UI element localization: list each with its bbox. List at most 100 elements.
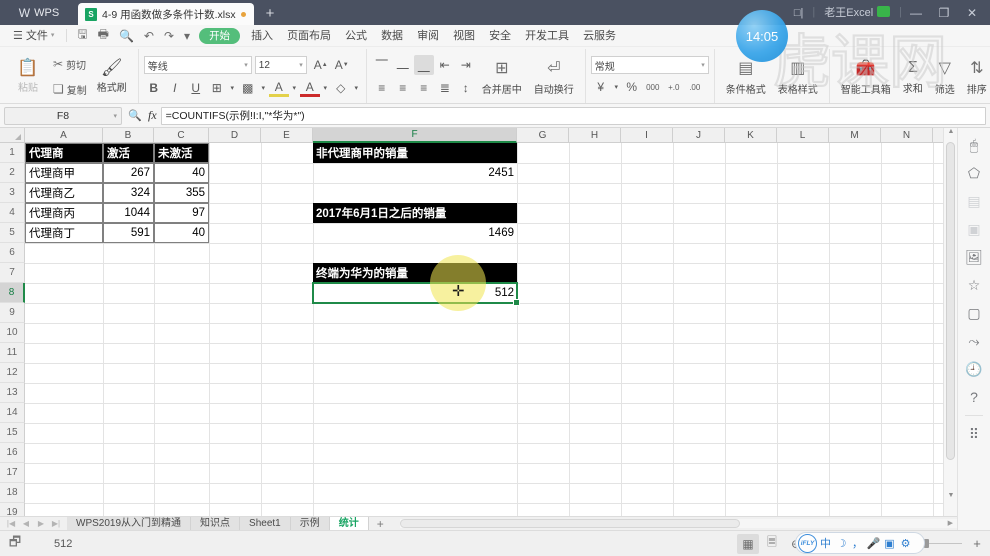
select-all-corner[interactable]: [0, 128, 25, 143]
align-middle-button[interactable]: ⎼: [393, 55, 413, 75]
vertical-scrollbar[interactable]: ▲ ▼: [943, 128, 957, 516]
print-icon[interactable]: 🖶: [93, 25, 114, 46]
table-cell-activated[interactable]: 267: [103, 163, 154, 183]
restore-button[interactable]: ❐: [930, 0, 958, 25]
format-painter-button[interactable]: 🖌 格式刷: [91, 52, 133, 102]
column-header-j[interactable]: J: [673, 128, 725, 143]
archive-icon[interactable]: ▢: [961, 300, 987, 326]
align-center-button[interactable]: ≡: [393, 78, 413, 98]
chevron-down-icon[interactable]: ▾: [612, 77, 621, 97]
chinese-mode-icon[interactable]: 中: [818, 535, 833, 551]
sheet-tab-example[interactable]: 示例: [291, 517, 330, 531]
last-sheet-icon[interactable]: ▶|: [49, 519, 63, 528]
currency-button[interactable]: ¥: [591, 77, 611, 97]
sheet-tab-knowledge[interactable]: 知识点: [191, 517, 240, 531]
row-header-12[interactable]: 12: [0, 363, 25, 383]
microphone-icon[interactable]: 🎤: [866, 537, 881, 550]
help-icon[interactable]: ?: [961, 384, 987, 410]
table-cell-not-activated[interactable]: 40: [154, 163, 209, 183]
horizontal-scrollbar[interactable]: ▶: [400, 519, 957, 528]
chevron-down-icon[interactable]: ▾: [352, 78, 361, 98]
table-cell-activated[interactable]: 1044: [103, 203, 154, 223]
table-cell-agent-name[interactable]: 代理商乙: [25, 183, 103, 203]
tab-cloud-service[interactable]: 云服务: [576, 26, 623, 46]
autosum-button[interactable]: Σ 求和: [897, 52, 929, 102]
account-name[interactable]: 老王Excel: [815, 0, 899, 25]
scroll-up-arrow-icon[interactable]: ▲: [944, 128, 958, 140]
decrease-decimal-button[interactable]: .00: [685, 77, 705, 97]
tab-security[interactable]: 安全: [482, 26, 518, 46]
decrease-indent-button[interactable]: ⇤: [435, 55, 455, 75]
cell-fill-button[interactable]: ▩: [238, 78, 258, 98]
table-cell-activated[interactable]: 591: [103, 223, 154, 243]
align-left-button[interactable]: ≡: [372, 78, 392, 98]
normal-view-button[interactable]: ▦: [737, 534, 759, 554]
first-sheet-icon[interactable]: |◀: [4, 519, 18, 528]
row-header-6[interactable]: 6: [0, 243, 25, 263]
column-header-b[interactable]: B: [103, 128, 154, 143]
scroll-right-arrow-icon[interactable]: ▶: [948, 519, 953, 527]
highlight-color-button[interactable]: A: [269, 79, 289, 97]
ime-toolbar[interactable]: iFLY 中 ☽ ， 🎤 ▣ ⚙: [795, 532, 925, 554]
star-icon[interactable]: ☆: [961, 272, 987, 298]
close-button[interactable]: ✕: [958, 0, 986, 25]
row-header-10[interactable]: 10: [0, 323, 25, 343]
decrease-font-size-button[interactable]: A▼: [332, 55, 352, 75]
table-cell-agent-name[interactable]: 代理商丙: [25, 203, 103, 223]
row-header-11[interactable]: 11: [0, 343, 25, 363]
sheet-nav-arrows[interactable]: |◀ ◀ ▶ ▶|: [0, 519, 67, 528]
row-header-13[interactable]: 13: [0, 383, 25, 403]
justify-button[interactable]: ≣: [435, 78, 455, 98]
tab-review[interactable]: 审阅: [410, 26, 446, 46]
row-header-15[interactable]: 15: [0, 423, 25, 443]
sheet-tab-wps2019[interactable]: WPS2019从入门到精通: [67, 517, 191, 531]
table-header-not-activated[interactable]: 未激活: [154, 143, 209, 163]
borders-button[interactable]: ⊞: [207, 78, 227, 98]
number-format-select[interactable]: 常规 ▾: [591, 56, 709, 74]
sort-button[interactable]: ⇅ 排序: [961, 52, 990, 102]
row-header-9[interactable]: 9: [0, 303, 25, 323]
document-tab[interactable]: S 4-9 用函数做多条件计数.xlsx: [78, 3, 254, 25]
table-cell-agent-name[interactable]: 代理商丁: [25, 223, 103, 243]
tab-data[interactable]: 数据: [374, 26, 410, 46]
cursor-icon[interactable]: 🖱: [961, 132, 987, 158]
tab-insert[interactable]: 插入: [244, 26, 280, 46]
page-layout-view-button[interactable]: 🗏: [761, 534, 783, 554]
new-tab-button[interactable]: +: [254, 0, 287, 25]
row-header-5[interactable]: 5: [0, 223, 25, 243]
table-cell-not-activated[interactable]: 355: [154, 183, 209, 203]
add-sheet-button[interactable]: +: [369, 517, 392, 531]
next-sheet-icon[interactable]: ▶: [34, 519, 48, 528]
align-bottom-button[interactable]: ⎽: [414, 55, 434, 75]
paste-button[interactable]: 📋 粘贴: [7, 52, 49, 102]
chevron-down-icon[interactable]: ▾: [290, 78, 299, 98]
cell-area[interactable]: 代理商 激活 未激活 代理商甲 267 40 代理商乙 324 355 代理商丙…: [25, 143, 957, 516]
insert-function-icon[interactable]: fx: [148, 108, 157, 123]
prev-sheet-icon[interactable]: ◀: [19, 519, 33, 528]
chevron-down-icon[interactable]: ▾: [259, 78, 268, 98]
stat-title-after-date[interactable]: 2017年6月1日之后的销量: [313, 203, 517, 223]
column-header-h[interactable]: H: [569, 128, 621, 143]
bold-button[interactable]: B: [144, 78, 164, 98]
column-header-d[interactable]: D: [209, 128, 261, 143]
column-header-a[interactable]: A: [25, 128, 103, 143]
font-size-select[interactable]: 12 ▾: [255, 56, 307, 74]
ifly-logo-icon[interactable]: iFLY: [798, 534, 817, 553]
tab-dev-tools[interactable]: 开发工具: [518, 26, 576, 46]
column-header-n[interactable]: N: [881, 128, 933, 143]
tab-page-layout[interactable]: 页面布局: [280, 26, 338, 46]
table-header-activated[interactable]: 激活: [103, 143, 154, 163]
share-icon[interactable]: ⤳: [961, 328, 987, 354]
minimize-button[interactable]: —: [902, 0, 930, 25]
column-header-c[interactable]: C: [154, 128, 209, 143]
table-cell-agent-name[interactable]: 代理商甲: [25, 163, 103, 183]
italic-button[interactable]: I: [165, 78, 185, 98]
filter-button[interactable]: ▽ 筛选: [929, 52, 961, 102]
row-header-1[interactable]: 1: [0, 143, 25, 163]
merge-center-button[interactable]: ⊞ 合并居中: [476, 52, 528, 102]
clear-format-button[interactable]: ◇: [331, 78, 351, 98]
column-header-k[interactable]: K: [725, 128, 777, 143]
table-style-button[interactable]: ▥ 表格样式: [772, 52, 824, 102]
moon-icon[interactable]: ☽: [834, 537, 849, 550]
comma-style-button[interactable]: 000: [643, 77, 663, 97]
